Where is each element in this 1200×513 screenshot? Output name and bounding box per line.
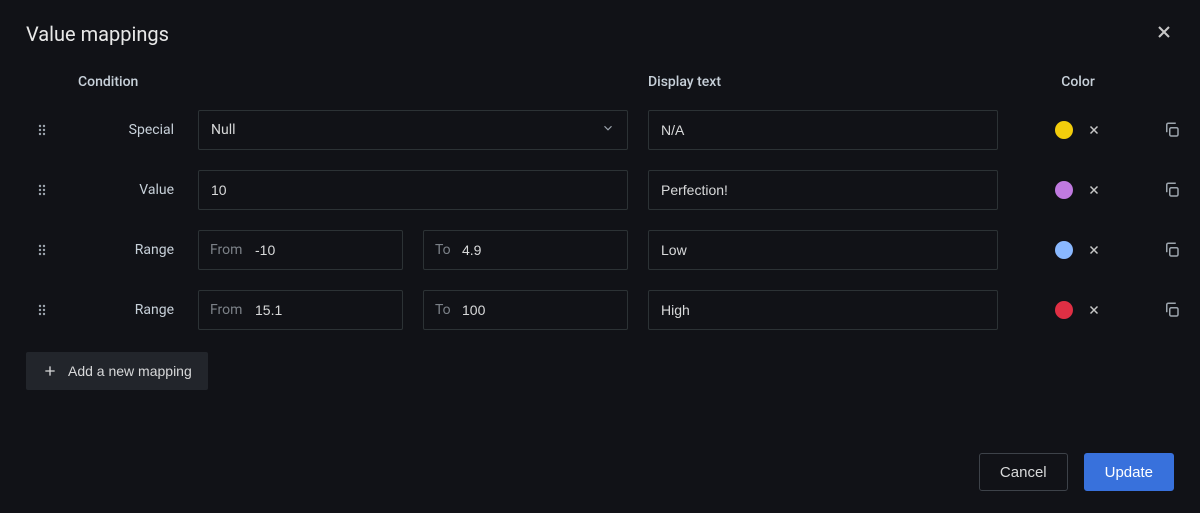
- condition-cell: Null: [198, 110, 628, 150]
- add-mapping-button[interactable]: Add a new mapping: [26, 352, 208, 390]
- color-swatch[interactable]: [1055, 301, 1073, 319]
- special-select[interactable]: Null: [198, 110, 628, 150]
- cancel-button[interactable]: Cancel: [979, 453, 1068, 491]
- drag-handle-icon[interactable]: [34, 302, 50, 318]
- update-button[interactable]: Update: [1084, 453, 1174, 491]
- special-select-value: Null: [211, 122, 236, 138]
- header-color: Color: [1061, 74, 1095, 90]
- clear-color-icon[interactable]: [1087, 243, 1101, 257]
- condition-cell: FromTo: [198, 230, 628, 270]
- display-text-input[interactable]: [648, 230, 998, 270]
- condition-type-label: Value: [78, 182, 178, 198]
- color-swatch[interactable]: [1055, 121, 1073, 139]
- color-cell: [1055, 121, 1101, 139]
- display-text-input[interactable]: [648, 110, 998, 150]
- color-cell: [1055, 301, 1101, 319]
- color-cell: [1055, 241, 1101, 259]
- chevron-down-icon: [601, 121, 615, 139]
- display-text-input[interactable]: [648, 170, 998, 210]
- color-cell: [1055, 181, 1101, 199]
- range-from-input[interactable]: [198, 230, 403, 270]
- header-condition: Condition: [78, 74, 628, 90]
- condition-type-label: Special: [78, 122, 178, 138]
- condition-type-label: Range: [78, 302, 178, 318]
- dialog-title: Value mappings: [26, 22, 1174, 46]
- add-mapping-label: Add a new mapping: [68, 363, 192, 379]
- condition-type-label: Range: [78, 242, 178, 258]
- drag-handle-icon[interactable]: [34, 242, 50, 258]
- clear-color-icon[interactable]: [1087, 303, 1101, 317]
- display-text-input[interactable]: [648, 290, 998, 330]
- drag-handle-icon[interactable]: [34, 122, 50, 138]
- condition-cell: FromTo: [198, 290, 628, 330]
- range-to-input[interactable]: [423, 290, 628, 330]
- condition-cell: [198, 170, 628, 210]
- value-input[interactable]: [198, 170, 628, 210]
- color-swatch[interactable]: [1055, 241, 1073, 259]
- close-icon[interactable]: [1154, 22, 1174, 46]
- header-display: Display text: [648, 74, 998, 90]
- clear-color-icon[interactable]: [1087, 123, 1101, 137]
- duplicate-icon[interactable]: [1163, 301, 1181, 319]
- color-swatch[interactable]: [1055, 181, 1073, 199]
- range-to-input[interactable]: [423, 230, 628, 270]
- clear-color-icon[interactable]: [1087, 183, 1101, 197]
- duplicate-icon[interactable]: [1163, 241, 1181, 259]
- drag-handle-icon[interactable]: [34, 182, 50, 198]
- duplicate-icon[interactable]: [1163, 181, 1181, 199]
- duplicate-icon[interactable]: [1163, 121, 1181, 139]
- range-from-input[interactable]: [198, 290, 403, 330]
